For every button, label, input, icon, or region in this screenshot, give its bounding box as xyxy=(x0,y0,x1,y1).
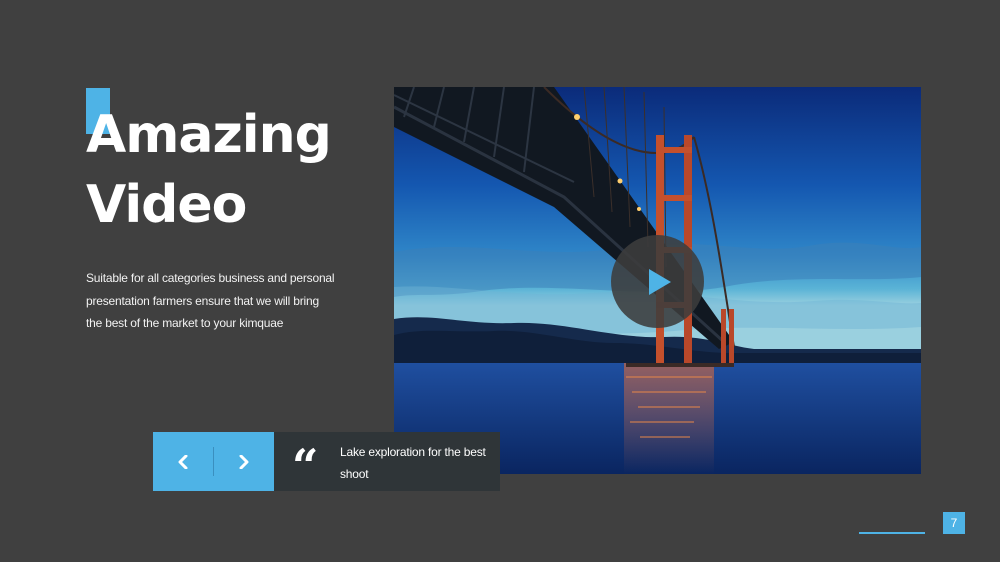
quote-panel: “ Lake exploration for the best shoot xyxy=(274,432,500,491)
chevron-right-icon xyxy=(239,455,249,469)
play-button[interactable] xyxy=(611,235,704,328)
quote-icon: “ xyxy=(292,439,319,493)
slide-navigation xyxy=(153,432,274,491)
quote-text: Lake exploration for the best shoot xyxy=(340,445,486,481)
page-number: 7 xyxy=(943,512,965,534)
title-line-2: Video xyxy=(86,175,247,235)
previous-button[interactable] xyxy=(153,432,213,491)
chevron-left-icon xyxy=(178,455,188,469)
footer-line xyxy=(859,532,925,534)
slide: Amazing Video Suitable for all categorie… xyxy=(0,0,1000,562)
play-icon xyxy=(649,269,671,295)
description-text: Suitable for all categories business and… xyxy=(86,271,335,330)
next-button[interactable] xyxy=(214,432,274,491)
slide-title: Amazing Video xyxy=(86,100,332,240)
title-line-1: Amazing xyxy=(86,105,332,165)
